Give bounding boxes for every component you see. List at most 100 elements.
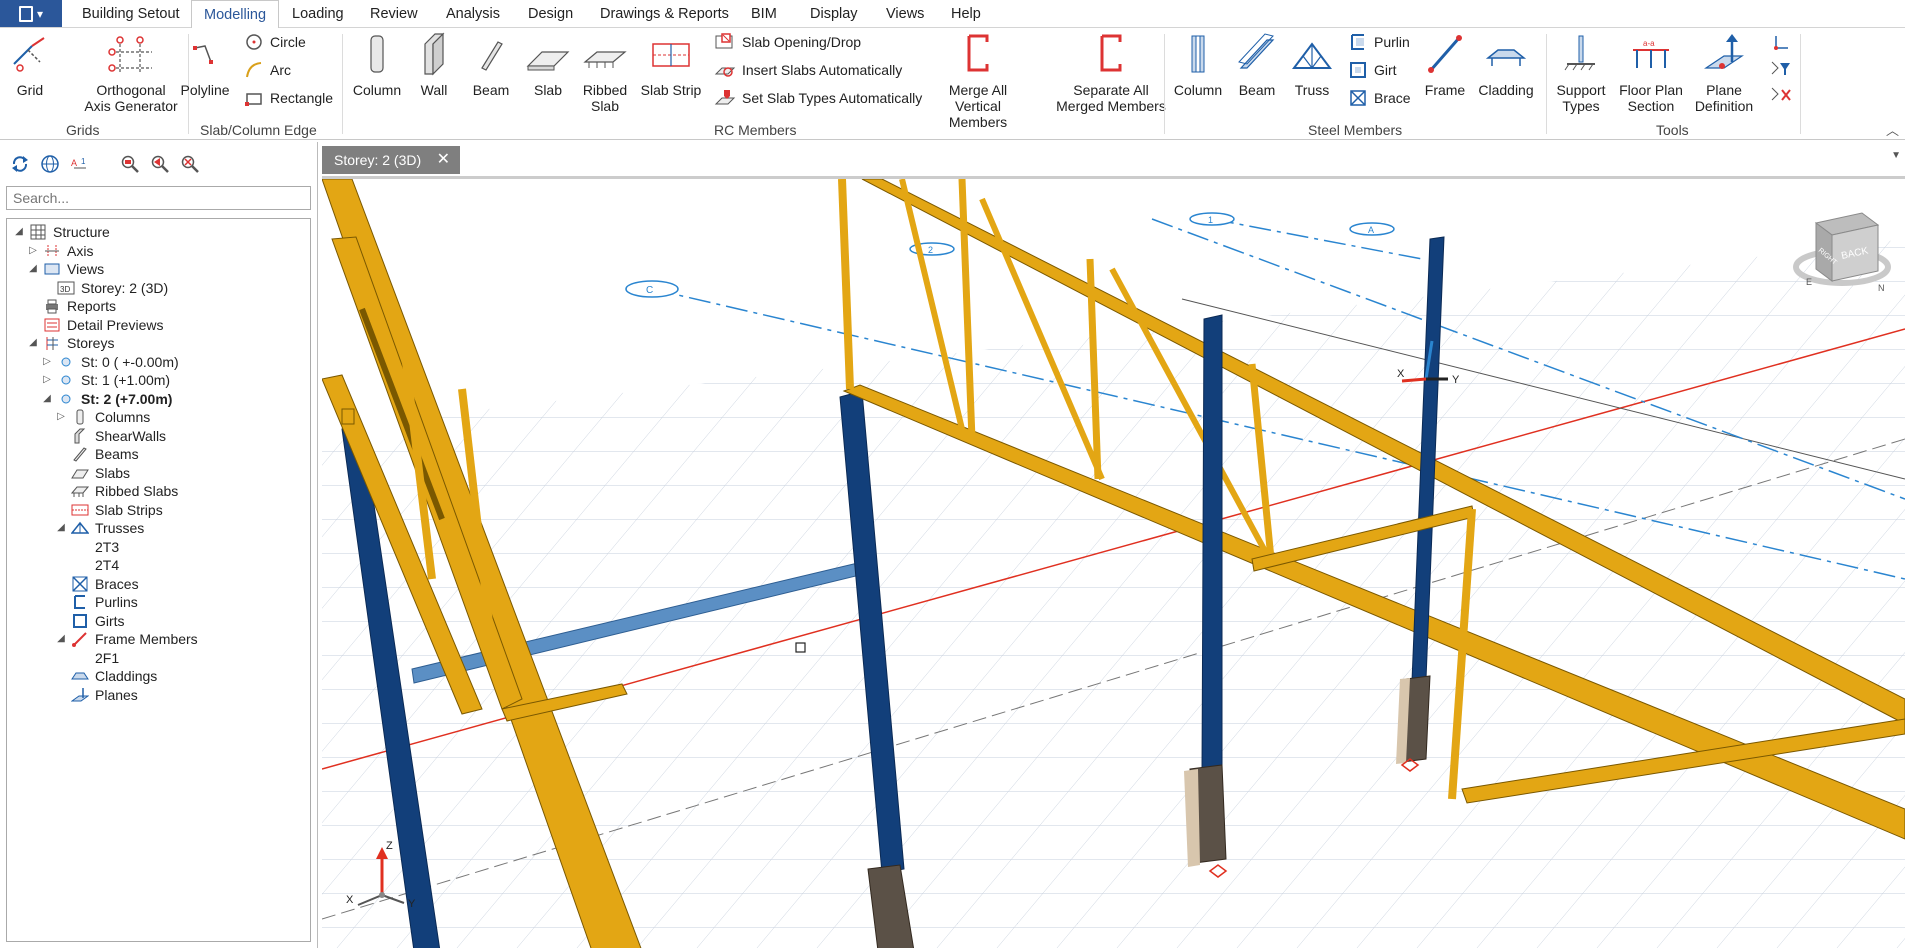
refresh-icon[interactable] — [8, 152, 32, 176]
tab-review[interactable]: Review — [370, 0, 418, 28]
ribbed-slab-button[interactable]: Ribbed Slab — [580, 32, 630, 114]
zoom-select-icon[interactable] — [118, 152, 142, 176]
document-tab-storey-3d[interactable]: Storey: 2 (3D) ✕ — [322, 146, 460, 174]
rc-beam-label: Beam — [472, 82, 510, 98]
grid-bubble-c[interactable]: C — [625, 280, 679, 298]
brace-icon — [1350, 90, 1366, 106]
view-cube[interactable]: BACK RIGHT E N — [1793, 212, 1891, 293]
tree-node[interactable]: ◢ Frame Members — [55, 628, 198, 650]
tab-bim[interactable]: BIM — [751, 0, 777, 28]
steel-beam-button[interactable]: Beam — [1232, 32, 1282, 98]
polyline-button[interactable]: Polyline — [180, 32, 230, 98]
grid-bubble-1-label: 1 — [1208, 215, 1213, 225]
rc-beam-icon — [481, 41, 503, 71]
svg-text:A: A — [71, 158, 77, 168]
arc-button[interactable]: Arc — [244, 60, 291, 80]
axis-icon — [43, 242, 61, 260]
insert-slabs-button[interactable]: Insert Slabs Automatically — [714, 60, 902, 80]
circle-button[interactable]: Circle — [244, 32, 306, 52]
grid-bubble-1[interactable]: 1 — [1189, 212, 1235, 226]
3d-viewport[interactable]: C 1 2 A X Y BACK RIGHT E N Z X Y — [322, 176, 1905, 948]
close-tab-icon[interactable]: ✕ — [437, 146, 450, 174]
plane-definition-icon — [1704, 34, 1744, 69]
steel-column-button[interactable]: Column — [1172, 32, 1224, 98]
floor-plan-section-button[interactable]: a-a Floor Plan Section — [1616, 32, 1686, 114]
tab-display[interactable]: Display — [810, 0, 858, 28]
slab-button[interactable]: Slab — [526, 32, 570, 98]
slab-strip-label: Slab Strip — [640, 82, 702, 98]
slab-strip-icon — [652, 43, 690, 67]
svg-text:1: 1 — [81, 157, 86, 166]
tab-building-setout[interactable]: Building Setout — [82, 0, 180, 28]
group-label-grids: Grids — [66, 122, 100, 138]
rectangle-button[interactable]: Rectangle — [244, 88, 333, 108]
zoom-back-icon[interactable] — [148, 152, 172, 176]
ribbed-slab-label: Ribbed Slab — [582, 82, 628, 114]
merge-icon — [967, 34, 989, 72]
girt-icon — [1350, 62, 1366, 78]
group-separator — [1164, 34, 1165, 134]
separate-merged-members-button[interactable]: Separate All Merged Members — [1056, 32, 1166, 114]
clear-select-icon[interactable] — [1770, 86, 1792, 104]
axis-tool-icon[interactable] — [1770, 34, 1792, 52]
rc-column-button[interactable]: Column — [352, 32, 402, 98]
orthogonal-axis-generator-button[interactable]: Orthogonal Axis Generator — [76, 32, 186, 114]
rc-beam-button[interactable]: Beam — [466, 32, 516, 98]
search-input[interactable] — [6, 186, 311, 210]
storey-dot-icon — [57, 390, 75, 408]
purlin-button[interactable]: Purlin — [1348, 32, 1410, 52]
expand-toggle-icon[interactable]: ◢ — [55, 628, 67, 650]
application-menu-button[interactable]: ▾ — [0, 0, 62, 27]
tree-node[interactable]: Planes — [55, 684, 138, 706]
expand-toggle-icon[interactable]: ◢ — [55, 517, 67, 539]
frame-icon — [71, 630, 89, 648]
frame-button[interactable]: Frame — [1422, 32, 1468, 98]
steel-column-right-near[interactable] — [1201, 314, 1223, 774]
zoom-clear-icon[interactable] — [178, 152, 202, 176]
slab-strip-button[interactable]: Slab Strip — [638, 32, 704, 98]
steel-truss-button[interactable]: Truss — [1290, 32, 1334, 98]
set-slab-types-button[interactable]: Set Slab Types Automatically — [714, 88, 922, 108]
purlin-icon — [71, 593, 89, 611]
filter-select-icon[interactable] — [1770, 60, 1792, 78]
slab-opening-icon — [715, 33, 733, 49]
tab-views[interactable]: Views — [886, 0, 924, 28]
sort-icon[interactable]: A1 — [68, 152, 92, 176]
set-slab-types-icon — [714, 90, 736, 105]
grid-bubble-a[interactable]: A — [1349, 222, 1395, 236]
triad-x-label: X — [346, 894, 354, 906]
insert-slabs-icon — [714, 67, 736, 77]
wall-button[interactable]: Wall — [414, 32, 454, 98]
3d-view-icon: 3D — [57, 279, 75, 297]
set-slab-types-label: Set Slab Types Automatically — [742, 90, 923, 106]
cladding-label: Cladding — [1478, 82, 1534, 98]
girt-button[interactable]: Girt — [1348, 60, 1397, 80]
support-types-button[interactable]: Support Types — [1554, 32, 1608, 114]
tab-loading[interactable]: Loading — [292, 0, 344, 28]
tab-analysis[interactable]: Analysis — [446, 0, 500, 28]
circle-icon — [246, 34, 262, 50]
collapse-ribbon-icon[interactable]: ︿ — [1886, 120, 1899, 139]
tab-drawings-reports[interactable]: Drawings & Reports — [600, 0, 729, 28]
globe-icon[interactable] — [38, 152, 62, 176]
expand-toggle-icon[interactable]: ◢ — [27, 332, 39, 354]
merge-vertical-members-button[interactable]: Merge All Vertical Members — [928, 32, 1028, 130]
plane-definition-button[interactable]: Plane Definition — [1694, 32, 1754, 114]
support-types-label: Support Types — [1556, 82, 1606, 114]
cladding-button[interactable]: Cladding — [1476, 32, 1536, 98]
expand-toggle-icon[interactable]: ◢ — [13, 221, 25, 243]
truss-icon — [1292, 42, 1332, 69]
expand-toggle-icon[interactable]: ◢ — [41, 388, 53, 410]
group-label-rc-members: RC Members — [714, 122, 797, 138]
grid-button[interactable]: Grid — [10, 32, 50, 98]
expand-toggle-icon[interactable]: ◢ — [27, 258, 39, 280]
arc-label: Arc — [270, 62, 291, 78]
tab-modelling[interactable]: Modelling — [191, 0, 280, 29]
tab-help[interactable]: Help — [951, 0, 981, 28]
tab-design[interactable]: Design — [528, 0, 573, 28]
tab-list-dropdown-icon[interactable]: ▼ — [1891, 150, 1901, 161]
arc-icon — [246, 62, 262, 78]
brace-button[interactable]: Brace — [1348, 88, 1411, 108]
slab-opening-button[interactable]: Slab Opening/Drop — [714, 32, 861, 52]
document-icon — [18, 5, 33, 22]
